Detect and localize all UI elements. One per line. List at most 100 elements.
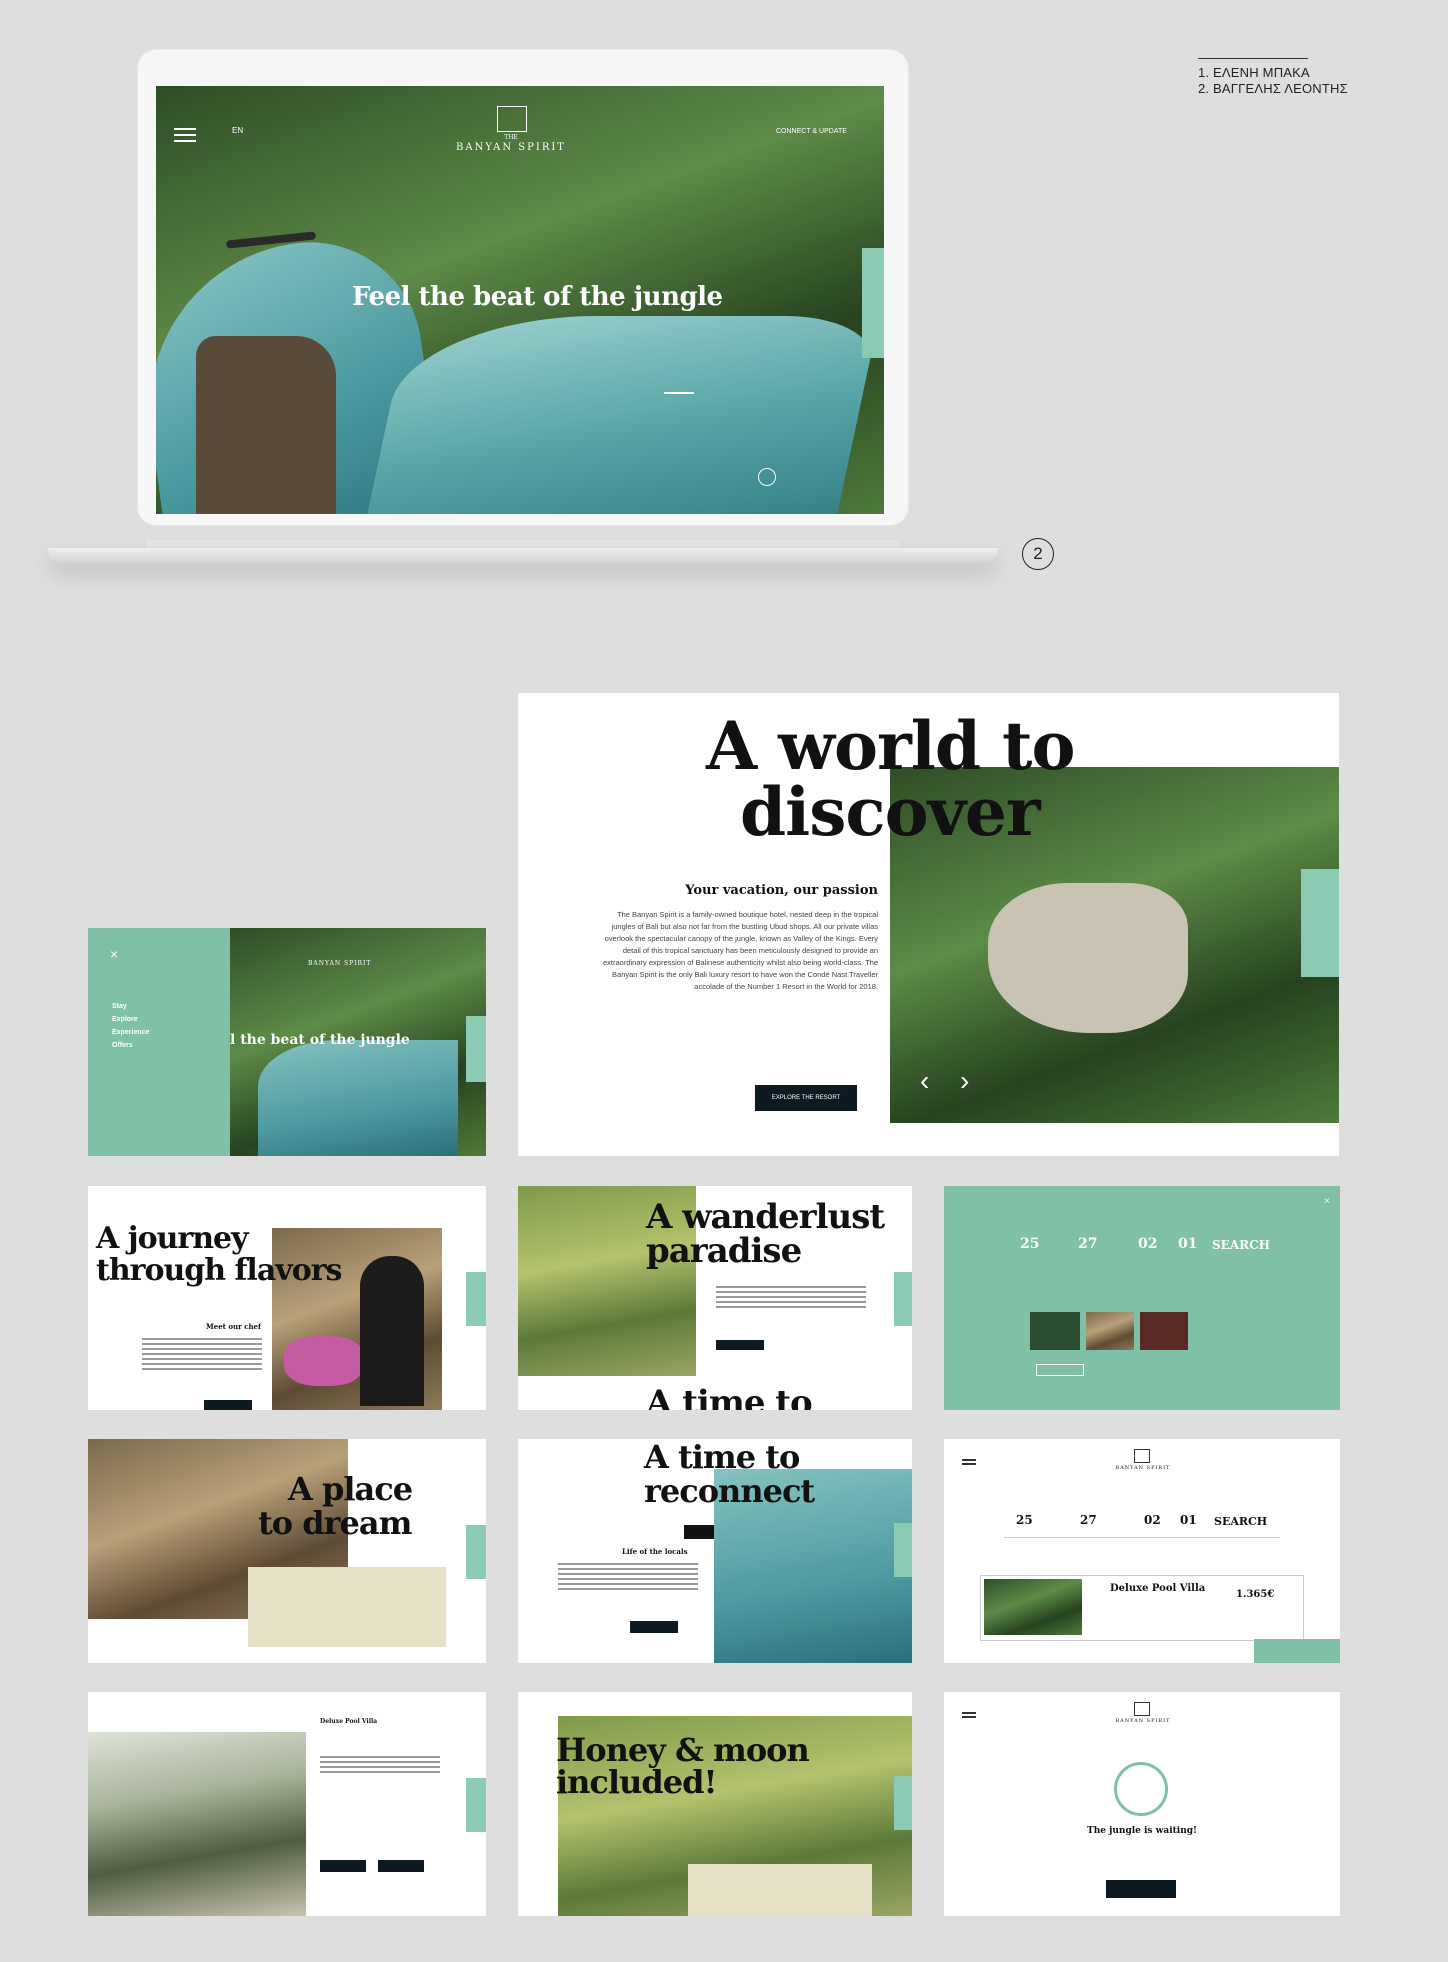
logo-text: BANYAN SPIRIT: [308, 960, 372, 967]
cream-text-box: [688, 1864, 872, 1916]
laptop-base: [48, 548, 998, 564]
checkin-day[interactable]: 25: [1020, 1236, 1039, 1252]
villa-name[interactable]: Deluxe Pool Villa: [1110, 1583, 1205, 1594]
slide-discover: A world to discover Your vacation, our p…: [518, 693, 1339, 1156]
menu-item[interactable]: Experience: [112, 1029, 172, 1036]
rooms-count[interactable]: 01: [1178, 1236, 1197, 1252]
side-tab[interactable]: [466, 1016, 486, 1082]
checkout-day[interactable]: 27: [1080, 1513, 1097, 1527]
title-line2: reconnect: [644, 1472, 815, 1510]
laptop-screen: EN THE BANYAN SPIRIT CONNECT & UPDATE Fe…: [156, 86, 884, 514]
menu-icon[interactable]: [962, 1459, 976, 1461]
body-text: [716, 1286, 866, 1311]
title-line1: A wanderlust: [646, 1197, 885, 1237]
offer-photo[interactable]: [1140, 1312, 1188, 1350]
side-tab[interactable]: [894, 1523, 912, 1577]
offer-photo[interactable]: [1030, 1312, 1080, 1350]
chef-figure: [360, 1256, 424, 1406]
title-line2: discover: [740, 773, 1041, 851]
slide-honey: Honey & moon included!: [518, 1692, 912, 1916]
slide-booking: × 25 27 02 01 SEARCH: [944, 1186, 1340, 1410]
title-line1: A time to: [644, 1439, 800, 1476]
button[interactable]: [716, 1340, 764, 1350]
title-line2: through flavors: [96, 1253, 342, 1288]
title-line1: A place: [288, 1470, 413, 1508]
side-tab[interactable]: [894, 1272, 912, 1326]
credits: 1. ΕΛΕΝΗ ΜΠΑΚΑ 2. ΒΑΓΓΕΛΗΣ ΛΕΟΝΤΗΣ: [1198, 58, 1348, 97]
button[interactable]: [204, 1400, 252, 1410]
next-title-peek: A time to: [646, 1383, 813, 1410]
title-line1: A world to: [706, 707, 1076, 785]
explore-button[interactable]: EXPLORE THE RESORT: [755, 1085, 857, 1111]
button[interactable]: [1106, 1880, 1176, 1898]
logo-text[interactable]: BANYAN SPIRIT: [446, 142, 576, 153]
play-icon[interactable]: [758, 468, 776, 486]
figure-number: 2: [1022, 538, 1054, 570]
logo-icon: [1134, 1702, 1150, 1716]
menu-item[interactable]: Offers: [112, 1042, 172, 1049]
body-text: [558, 1563, 698, 1593]
discover-body: The Banyan Spirit is a family-owned bout…: [603, 910, 878, 991]
title-line2: to dream: [258, 1504, 412, 1542]
side-tab[interactable]: [466, 1272, 486, 1326]
hero-headline: l the beat of the jungle: [230, 1032, 410, 1048]
title-line1: Honey & moon: [556, 1731, 810, 1769]
rock-photo: [196, 336, 336, 514]
slide-wanderlust: A wanderlust paradise A time to: [518, 1186, 912, 1410]
button[interactable]: [378, 1860, 424, 1872]
villa-price: 1.365€: [1236, 1589, 1275, 1600]
menu-icon[interactable]: [962, 1712, 976, 1714]
slide-place: A place to dream: [88, 1439, 486, 1663]
button[interactable]: [320, 1860, 366, 1872]
checkin-day[interactable]: 25: [1016, 1513, 1033, 1527]
logo-icon: [1134, 1449, 1150, 1463]
offer-photo[interactable]: [1086, 1312, 1134, 1350]
search-button[interactable]: SEARCH: [1214, 1515, 1267, 1528]
villa-tab[interactable]: Deluxe Pool Villa: [320, 1718, 377, 1725]
menu-icon[interactable]: [174, 128, 196, 130]
discover-subtitle: Your vacation, our passion: [685, 883, 878, 898]
button[interactable]: [630, 1621, 678, 1633]
guests-count[interactable]: 02: [1144, 1513, 1161, 1527]
logo-text: BANYAN SPIRIT: [1115, 1718, 1171, 1724]
checkout-day[interactable]: 27: [1078, 1236, 1097, 1252]
logo-icon: [497, 106, 527, 132]
slide-reconnect: A time to reconnect Life of the locals: [518, 1439, 912, 1663]
logo-sub: THE: [504, 134, 518, 141]
menu-item[interactable]: Stay: [112, 1003, 172, 1010]
book-button[interactable]: [1254, 1639, 1340, 1663]
slide-villa: Deluxe Pool Villa: [88, 1692, 486, 1916]
body-text: [142, 1338, 262, 1373]
subtitle: Life of the locals: [622, 1547, 688, 1556]
close-icon[interactable]: ×: [110, 946, 118, 962]
villa-photo: [984, 1579, 1082, 1635]
check-circle-icon: [1114, 1762, 1168, 1816]
next-arrow-icon[interactable]: ›: [960, 1065, 969, 1097]
credit-1: 1. ΕΛΕΝΗ ΜΠΑΚΑ: [1198, 65, 1310, 80]
side-tab[interactable]: [862, 248, 884, 358]
language-switch[interactable]: EN: [232, 126, 243, 135]
title-line1: A journey: [96, 1221, 249, 1256]
body-text: [320, 1756, 440, 1776]
side-tab[interactable]: [466, 1778, 486, 1832]
menu-list: Stay Explore Experience Offers: [112, 1003, 172, 1055]
menu-item[interactable]: Explore: [112, 1016, 172, 1023]
side-tab[interactable]: [466, 1525, 486, 1579]
flowers: [284, 1336, 364, 1386]
arrow-buttons[interactable]: [684, 1525, 714, 1539]
subtitle: Meet our chef: [206, 1322, 262, 1331]
side-tab[interactable]: [894, 1776, 912, 1830]
prev-arrow-icon[interactable]: ‹: [920, 1065, 929, 1097]
button[interactable]: [1036, 1364, 1084, 1376]
close-icon[interactable]: ×: [1324, 1196, 1330, 1207]
title-line2: paradise: [646, 1231, 802, 1271]
bedroom-photo: [88, 1732, 306, 1916]
guests-count[interactable]: 02: [1138, 1236, 1157, 1252]
search-button[interactable]: SEARCH: [1212, 1238, 1270, 1252]
top-right-link[interactable]: CONNECT & UPDATE: [776, 128, 847, 135]
slide-confirm: BANYAN SPIRIT The jungle is waiting!: [944, 1692, 1340, 1916]
rooms-count[interactable]: 01: [1180, 1513, 1197, 1527]
side-tab[interactable]: [1301, 869, 1339, 977]
credit-2: 2. ΒΑΓΓΕΛΗΣ ΛΕΟΝΤΗΣ: [1198, 81, 1348, 96]
dots-indicator: [664, 392, 694, 394]
